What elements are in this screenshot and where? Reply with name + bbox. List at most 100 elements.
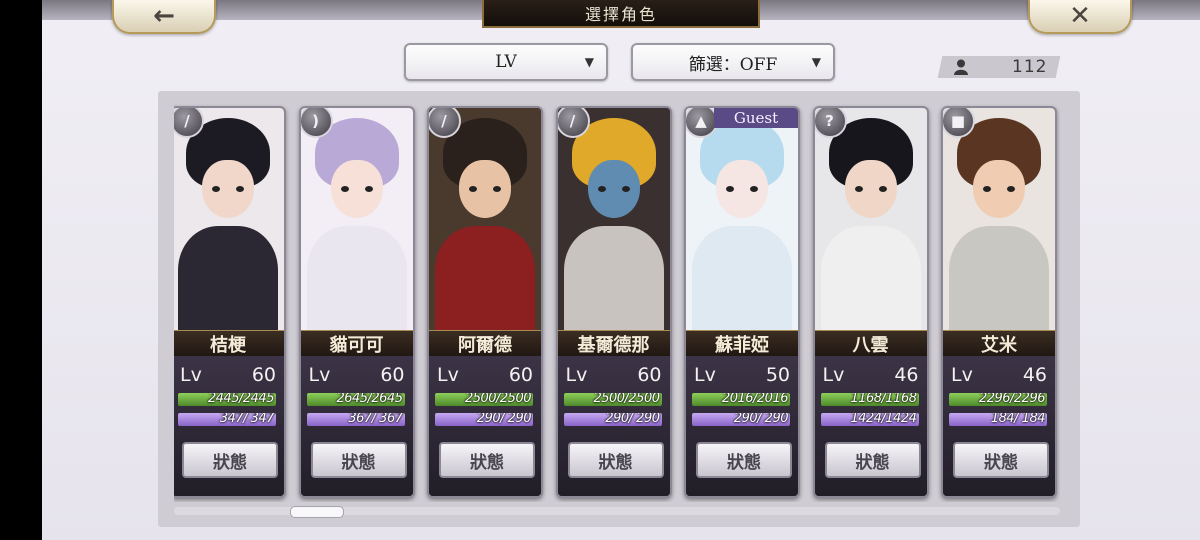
level-value: 50 — [765, 364, 790, 386]
mp-bar: 347/ 347 — [178, 413, 276, 426]
portrait-face — [973, 160, 1025, 218]
hp-value: 2500/2500 — [593, 393, 660, 406]
status-button[interactable]: 狀態 — [696, 442, 792, 478]
mp-value: 290/ 290 — [733, 413, 789, 426]
portrait-eye — [212, 186, 220, 192]
hp-bar: 2445/2445 — [178, 393, 276, 406]
level-label: Lv — [822, 364, 845, 386]
status-button[interactable]: 狀態 — [567, 442, 664, 478]
character-portrait — [174, 108, 284, 336]
character-stats: Lv 60 2445/2445 347/ 347 狀態 — [174, 356, 284, 496]
person-icon — [950, 59, 972, 75]
hp-bar: 2296/2296 — [949, 393, 1047, 406]
character-stats: Lv 46 2296/2296 184/ 184 狀態 — [943, 356, 1055, 496]
game-screen: ← 選擇角色 ✕ LV ▼ 篩選：OFF ▼ 112 / 桔梗 Lv 60 24… — [42, 0, 1200, 540]
character-portrait — [557, 108, 670, 336]
level-value: 60 — [380, 364, 405, 386]
hp-bar: 2645/2645 — [306, 393, 405, 406]
status-button[interactable]: 狀態 — [824, 442, 921, 478]
mp-value: 184/ 184 — [990, 413, 1046, 426]
close-button[interactable]: ✕ — [1028, 0, 1132, 34]
portrait-eye — [726, 186, 734, 192]
character-card[interactable]: ) 貓可可 Lv 60 2645/2645 367/ 367 狀態 — [298, 106, 415, 498]
level-value: 60 — [251, 364, 276, 386]
sort-dropdown[interactable]: LV ▼ — [404, 43, 608, 81]
mp-value: 347/ 347 — [219, 413, 275, 426]
mp-bar: 1424/1424 — [820, 413, 919, 426]
level-row: Lv 50 — [694, 362, 790, 388]
mp-value: 290/ 290 — [605, 413, 660, 426]
mp-bar: 367/ 367 — [306, 413, 405, 426]
portrait-body — [563, 226, 664, 336]
character-card[interactable]: ? 八雲 Lv 46 1168/1168 1424/1424 狀態 — [812, 106, 929, 498]
character-name: 八雲 — [814, 330, 927, 358]
level-label: Lv — [951, 364, 973, 386]
sword-icon: / — [557, 108, 590, 138]
portrait-face — [330, 160, 383, 218]
character-stats: Lv 60 2500/2500 290/ 290 狀態 — [557, 356, 670, 496]
level-value: 46 — [894, 364, 919, 386]
level-value: 60 — [508, 364, 533, 386]
portrait-face — [459, 160, 511, 218]
character-name: 艾米 — [943, 330, 1055, 358]
mp-bar: 290/ 290 — [563, 413, 662, 426]
portrait-face — [587, 160, 640, 218]
status-button[interactable]: 狀態 — [953, 442, 1049, 478]
level-row: Lv 60 — [566, 362, 662, 388]
sort-dropdown-label: LV — [495, 52, 517, 72]
portrait-face — [716, 160, 768, 218]
character-stats: Lv 46 1168/1168 1424/1424 狀態 — [814, 356, 927, 496]
hook-icon: ? — [814, 108, 847, 138]
portrait-eye — [364, 186, 373, 192]
hp-value: 2645/2645 — [336, 393, 403, 406]
bow-icon: ) — [300, 108, 333, 138]
character-card[interactable]: ■ 艾米 Lv 46 2296/2296 184/ 184 狀態 — [941, 106, 1057, 498]
unit-count-value: 112 — [1012, 57, 1048, 77]
back-arrow-icon: ← — [153, 1, 175, 31]
portrait-eye — [854, 186, 863, 192]
level-row: Lv 60 — [309, 362, 405, 388]
portrait-eye — [621, 186, 630, 192]
level-value: 60 — [637, 364, 662, 386]
portrait-eye — [236, 186, 244, 192]
level-value: 46 — [1022, 364, 1047, 386]
character-card[interactable]: ▲ Guest 蘇菲婭 Lv 50 2016/2016 290/ 290 狀態 — [684, 106, 800, 498]
hp-bar: 1168/1168 — [820, 393, 919, 406]
level-label: Lv — [565, 364, 588, 386]
status-button[interactable]: 狀態 — [310, 442, 407, 478]
hp-value: 2296/2296 — [978, 393, 1046, 406]
level-label: Lv — [437, 364, 459, 386]
mp-bar: 184/ 184 — [949, 413, 1047, 426]
back-button[interactable]: ← — [112, 0, 216, 34]
portrait-body — [949, 226, 1049, 336]
level-row: Lv 60 — [180, 362, 276, 388]
portrait-eye — [1007, 186, 1015, 192]
mp-value: 367/ 367 — [348, 413, 403, 426]
chevron-down-icon: ▼ — [584, 55, 594, 69]
character-card[interactable]: / 桔梗 Lv 60 2445/2445 347/ 347 狀態 — [174, 106, 286, 498]
character-portrait — [686, 108, 798, 336]
horizontal-scrollbar-thumb[interactable] — [290, 506, 344, 518]
character-card[interactable]: / 阿爾德 Lv 60 2500/2500 290/ 290 狀態 — [427, 106, 543, 498]
character-name: 貓可可 — [300, 330, 413, 358]
character-list[interactable]: / 桔梗 Lv 60 2445/2445 347/ 347 狀態) 貓可可 L… — [174, 100, 1060, 502]
character-stats: Lv 60 2500/2500 290/ 290 狀態 — [429, 356, 541, 496]
character-card[interactable]: / 基爾德那 Lv 60 2500/2500 290/ 290 狀態 — [555, 106, 672, 498]
character-portrait — [943, 108, 1055, 336]
hp-value: 1168/1168 — [850, 393, 917, 406]
filter-dropdown[interactable]: 篩選：OFF ▼ — [631, 43, 835, 81]
hp-value: 2445/2445 — [207, 393, 275, 406]
hp-bar: 2016/2016 — [692, 393, 790, 406]
portrait-body — [820, 226, 921, 336]
portrait-body — [692, 226, 792, 336]
status-button[interactable]: 狀態 — [182, 442, 278, 478]
portrait-eye — [750, 186, 758, 192]
character-name: 阿爾德 — [429, 330, 541, 358]
character-portrait — [300, 108, 413, 336]
screen-title: 選擇角色 — [482, 0, 760, 28]
level-row: Lv 46 — [823, 362, 919, 388]
character-stats: Lv 60 2645/2645 367/ 367 狀態 — [300, 356, 413, 496]
status-button[interactable]: 狀態 — [439, 442, 535, 478]
mp-bar: 290/ 290 — [435, 413, 533, 426]
character-portrait — [429, 108, 541, 336]
